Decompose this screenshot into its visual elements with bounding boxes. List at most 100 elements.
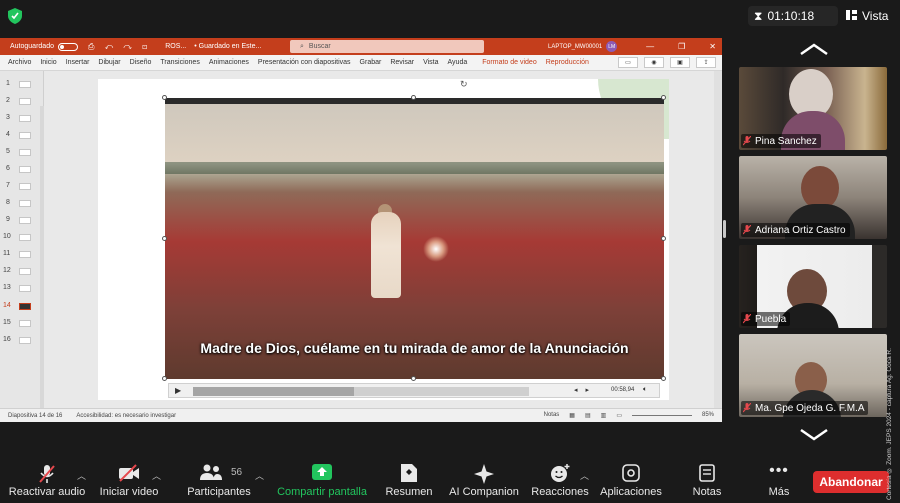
sparkle-icon xyxy=(474,464,494,487)
view-reading-icon[interactable]: ▥ xyxy=(601,412,607,419)
record-icon[interactable]: ◉ xyxy=(644,57,664,68)
tab-formato-video[interactable]: Formato de video xyxy=(482,59,536,66)
share-screen-button[interactable]: Compartir pantalla xyxy=(276,455,368,503)
thumbnail-slide-9[interactable]: 9 xyxy=(0,215,44,227)
view-normal-icon[interactable]: ▦ xyxy=(569,412,575,419)
rotate-handle-icon[interactable]: ↻ xyxy=(460,79,468,90)
notes-button[interactable]: Notas xyxy=(684,455,730,503)
tab-insertar[interactable]: Insertar xyxy=(66,59,90,66)
thumbnail-slide-4[interactable]: 4 xyxy=(0,130,44,142)
canvas-scrollbar[interactable] xyxy=(714,71,722,408)
tab-animaciones[interactable]: Animaciones xyxy=(209,59,249,66)
thumbnail-slide-10[interactable]: 10 xyxy=(0,232,44,244)
resize-handle[interactable] xyxy=(411,376,416,381)
notes-button[interactable]: Notas xyxy=(544,412,560,419)
thumbnail-slide-15[interactable]: 15 xyxy=(0,318,44,330)
thumbnail-slide-8[interactable]: 8 xyxy=(0,198,44,210)
close-icon[interactable]: ✕ xyxy=(709,42,716,51)
security-shield-icon[interactable] xyxy=(8,8,22,24)
present-icon[interactable]: ▣ xyxy=(670,57,690,68)
thumbnail-slide-14[interactable]: 14 xyxy=(0,301,44,313)
quick-access-icons[interactable]: ⎙ ↶ ↷ ⊡ xyxy=(88,42,151,52)
tab-presentacion[interactable]: Presentación con diapositivas xyxy=(258,59,351,66)
thumbnail-slide-2[interactable]: 2 xyxy=(0,96,44,108)
thumbnail-slide-1[interactable]: 1 xyxy=(0,79,44,91)
comments-icon[interactable]: ▭ xyxy=(618,57,638,68)
copyright-watermark: Cortesía ® Zoom. JEPS 2024 - captura Ag.… xyxy=(886,348,893,500)
slide-counter: Diapositiva 14 de 16 xyxy=(8,412,63,419)
zoom-slider[interactable] xyxy=(631,415,692,416)
thumbnail-slide-7[interactable]: 7 xyxy=(0,181,44,193)
view-button[interactable]: Vista xyxy=(846,6,896,26)
autosave-toggle[interactable]: Autoguardado xyxy=(10,42,78,51)
participant-tile[interactable]: Ma. Gpe Ojeda G. F.M.A xyxy=(739,334,887,417)
unmute-button[interactable]: Reactivar audio xyxy=(6,455,88,503)
meeting-timer[interactable]: ⧗ 01:10:18 xyxy=(748,6,838,26)
thumbnail-slide-11[interactable]: 11 xyxy=(0,249,44,261)
share-icon[interactable]: ⇪ xyxy=(696,57,716,68)
panel-resize-handle[interactable] xyxy=(723,220,726,238)
tab-transiciones[interactable]: Transiciones xyxy=(160,59,199,66)
apps-button[interactable]: Aplicaciones xyxy=(598,455,664,503)
current-slide[interactable]: Madre de Dios, cuélame en tu mirada de a… xyxy=(98,79,669,400)
minimize-icon[interactable]: — xyxy=(646,42,654,51)
tab-ayuda[interactable]: Ayuda xyxy=(448,59,468,66)
gallery-scroll-down-icon[interactable] xyxy=(798,428,830,442)
embedded-video[interactable]: Madre de Dios, cuélame en tu mirada de a… xyxy=(165,98,664,379)
video-options-caret-icon[interactable]: ︿ xyxy=(152,469,161,482)
tab-reproduccion[interactable]: Reproducción xyxy=(546,59,589,66)
tab-vista[interactable]: Vista xyxy=(423,59,438,66)
accessibility-status[interactable]: Accesibilidad: es necesario investigar xyxy=(76,413,176,419)
tab-inicio[interactable]: Inicio xyxy=(40,59,56,66)
participant-tile[interactable]: Pina Sanchez xyxy=(739,67,887,150)
slide-number: 6 xyxy=(6,165,10,172)
gallery-scroll-up-icon[interactable] xyxy=(798,42,830,56)
skip-icons[interactable]: ◂▸ xyxy=(574,386,597,394)
leave-meeting-button[interactable]: Abandonar xyxy=(813,471,889,493)
slide-mini xyxy=(19,98,31,105)
participants-button[interactable]: 56 Participantes xyxy=(184,455,254,503)
play-icon[interactable]: ▶ xyxy=(175,386,181,395)
resize-handle[interactable] xyxy=(162,236,167,241)
participants-caret-icon[interactable]: ︿ xyxy=(255,469,264,482)
summary-button[interactable]: Resumen xyxy=(382,455,436,503)
tab-grabar[interactable]: Grabar xyxy=(360,59,382,66)
resize-handle[interactable] xyxy=(661,236,666,241)
tab-dibujar[interactable]: Dibujar xyxy=(98,59,120,66)
resize-handle[interactable] xyxy=(411,95,416,100)
thumbnail-slide-5[interactable]: 5 xyxy=(0,147,44,159)
thumbnail-slide-12[interactable]: 12 xyxy=(0,266,44,278)
autosave-label: Autoguardado xyxy=(10,43,54,50)
view-slideshow-icon[interactable]: ▭ xyxy=(616,412,622,419)
mic-muted-icon xyxy=(742,135,752,146)
tab-revisar[interactable]: Revisar xyxy=(390,59,414,66)
restore-icon[interactable]: ❐ xyxy=(678,42,685,51)
thumbnail-scrollbar[interactable] xyxy=(40,106,44,422)
ppt-account[interactable]: LAPTOP_MW00001 LM xyxy=(548,38,618,55)
thumbnail-slide-3[interactable]: 3 xyxy=(0,113,44,125)
slide-mini xyxy=(19,337,31,344)
slide-mini xyxy=(19,81,31,88)
tab-archivo[interactable]: Archivo xyxy=(8,59,31,66)
participant-name-tag: Pina Sanchez xyxy=(741,134,821,148)
mic-muted-icon xyxy=(742,224,752,235)
resize-handle[interactable] xyxy=(162,95,167,100)
thumbnail-slide-6[interactable]: 6 xyxy=(0,164,44,176)
zoom-level[interactable]: 85% xyxy=(702,412,714,419)
audio-options-caret-icon[interactable]: ︿ xyxy=(77,469,86,482)
participant-tile[interactable]: Adriana Ortiz Castro xyxy=(739,156,887,239)
participant-tile[interactable]: Puebla xyxy=(739,245,887,328)
document-title: ROS... xyxy=(165,43,187,50)
ai-companion-button[interactable]: AI Companion xyxy=(448,455,520,503)
ppt-search-box[interactable]: ⌕ Buscar xyxy=(290,40,484,53)
view-sorter-icon[interactable]: ▤ xyxy=(585,412,591,419)
more-button[interactable]: ••• Más xyxy=(756,455,802,503)
tab-diseno[interactable]: Diseño xyxy=(130,59,152,66)
resize-handle[interactable] xyxy=(661,376,666,381)
reactions-caret-icon[interactable]: ︿ xyxy=(580,469,589,482)
resize-handle[interactable] xyxy=(661,95,666,100)
thumbnail-slide-13[interactable]: 13 xyxy=(0,283,44,295)
volume-icon[interactable]: 🔈︎ xyxy=(643,386,647,394)
thumbnail-slide-16[interactable]: 16 xyxy=(0,335,44,347)
resize-handle[interactable] xyxy=(162,376,167,381)
